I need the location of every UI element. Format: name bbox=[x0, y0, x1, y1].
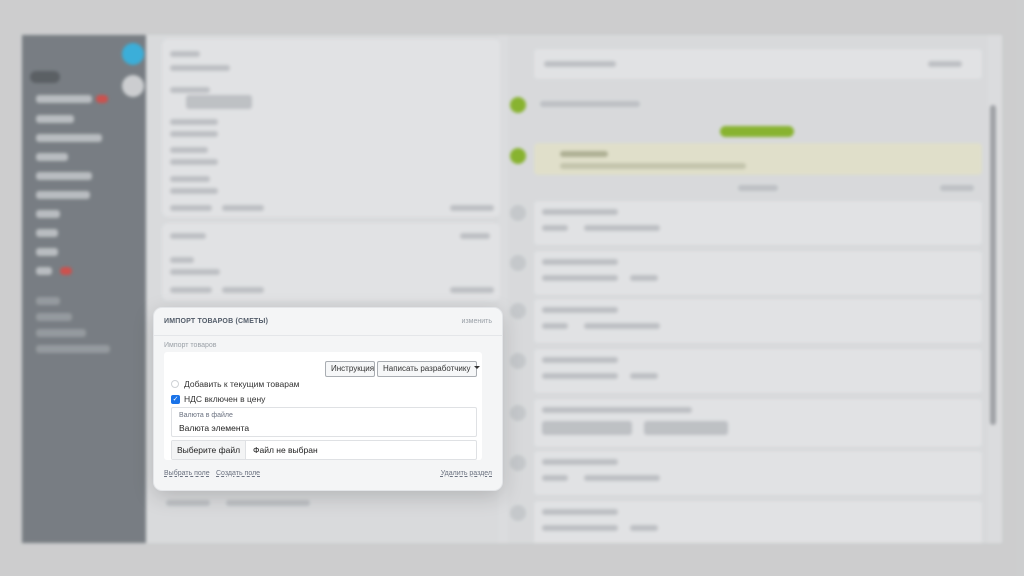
option-add-label: Добавить к текущим товарам bbox=[184, 379, 300, 389]
choose-file-button[interactable]: Выберите файл bbox=[172, 441, 246, 459]
card-title: ИМПОРТ ТОВАРОВ (СМЕТЫ) bbox=[164, 318, 269, 325]
currency-select[interactable]: Валюта в файле Валюта элемента bbox=[171, 407, 477, 437]
create-field-link[interactable]: Создать поле bbox=[216, 470, 260, 477]
card-footer: Выбрать поле Создать поле Удалить раздел bbox=[164, 470, 492, 480]
card-header: ИМПОРТ ТОВАРОВ (СМЕТЫ) изменить bbox=[154, 308, 502, 336]
section-label: Импорт товаров bbox=[164, 342, 217, 349]
dim-overlay bbox=[0, 0, 1024, 576]
option-vat-label: НДС включен в цену bbox=[184, 394, 266, 404]
import-products-card: ИМПОРТ ТОВАРОВ (СМЕТЫ) изменить Импорт т… bbox=[154, 308, 502, 490]
contact-developer-button[interactable]: Написать разработчику bbox=[377, 361, 481, 377]
instruction-button[interactable]: Инструкция bbox=[325, 361, 375, 377]
toolbar: Инструкция Написать разработчику bbox=[164, 361, 482, 377]
import-form: Инструкция Написать разработчику Добавит… bbox=[164, 352, 482, 460]
delete-section-link[interactable]: Удалить раздел bbox=[441, 470, 492, 477]
currency-value: Валюта элемента bbox=[179, 423, 250, 433]
select-field-link[interactable]: Выбрать поле bbox=[164, 470, 210, 477]
checkbox-checked-icon[interactable]: ✓ bbox=[171, 395, 180, 404]
chevron-down-icon bbox=[474, 366, 481, 369]
file-input[interactable]: Выберите файл Файл не выбран bbox=[171, 440, 477, 460]
radio-button[interactable] bbox=[171, 380, 179, 388]
currency-label: Валюта в файле bbox=[179, 412, 233, 419]
contact-developer-label: Написать разработчику bbox=[383, 364, 471, 373]
edit-link[interactable]: изменить bbox=[462, 318, 492, 325]
file-status: Файл не выбран bbox=[253, 445, 318, 455]
